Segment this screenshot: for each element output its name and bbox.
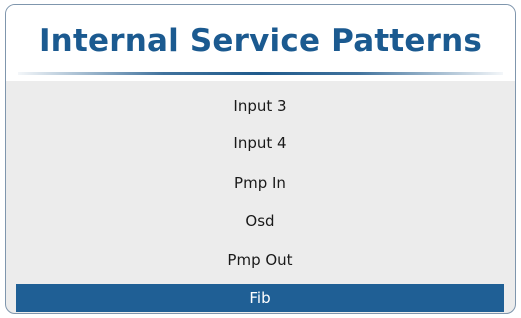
osd-menu-panel: Internal Service Patterns Input 3 Input … [5,4,516,314]
menu-item-input-3[interactable]: Input 3 [16,92,504,120]
menu-item-pmp-in[interactable]: Pmp In [16,169,504,197]
title-divider [18,72,503,75]
menu-item-osd[interactable]: Osd [16,207,504,235]
menu-item-pmp-out[interactable]: Pmp Out [16,246,504,274]
menu-header: Internal Service Patterns [6,5,515,81]
menu-title: Internal Service Patterns [38,23,483,59]
menu-item-fib[interactable]: Fib [16,284,504,312]
menu-item-input-4[interactable]: Input 4 [16,129,504,157]
